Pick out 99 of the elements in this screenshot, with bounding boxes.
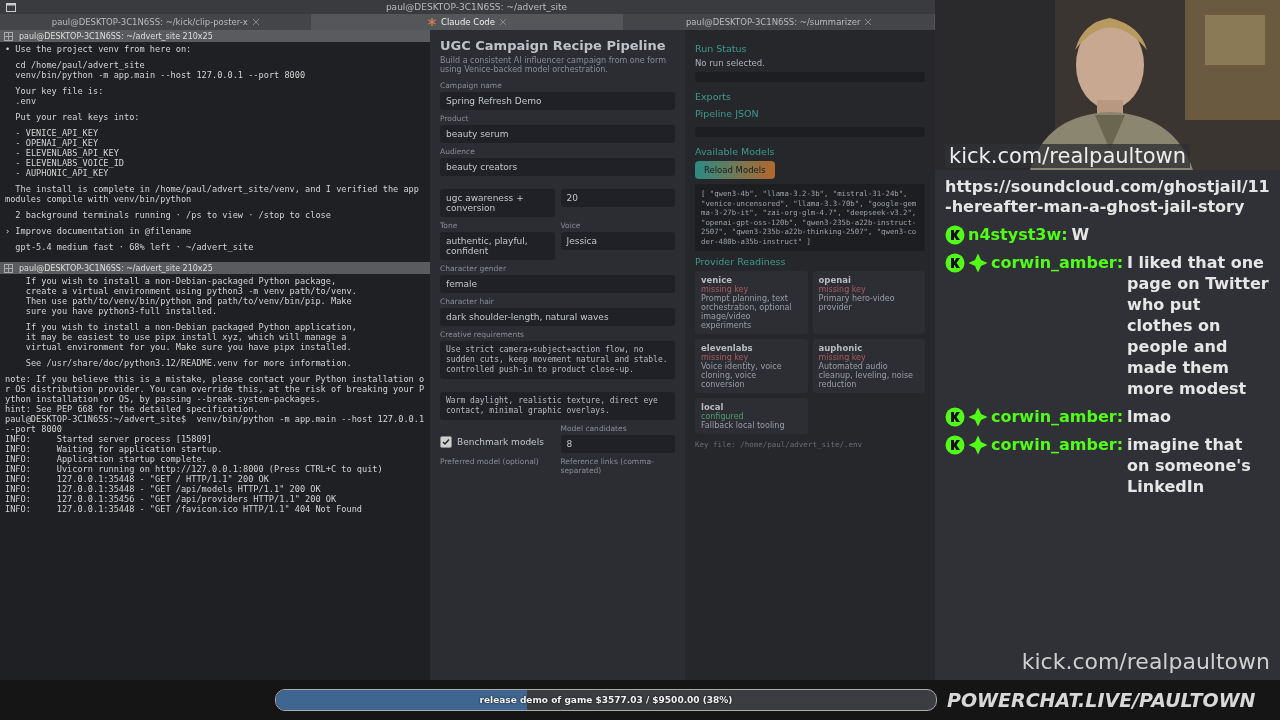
channel-watermark: kick.com/realpaultown [1020,649,1271,676]
terminal-line: INFO: 127.0.0.1:35448 - "GET /favicon.ico HTTP/1.1" 404 Not Found [5,504,363,514]
terminal-tab[interactable]: Claude Code [311,14,624,30]
terminal-line: INFO: Started server process [15809] [5,434,213,444]
pane-title: paul@DESKTOP-3C1N6SS: ~/advert_site 210x25 [19,263,213,273]
input-field[interactable]: female [440,275,675,293]
app-title: UGC Campaign Recipe Pipeline [440,38,667,53]
chat-message: imagine that on someone's LinkedIn [1127,434,1252,497]
status-text: No run selected. [695,58,766,68]
provider-status: missing key [818,285,866,294]
provider-description: Primary hero-video provider [818,294,896,312]
text-area[interactable]: Use strict camera+subject+action flow, no sudden cuts, keep movement natural and stable. controlled push-in to product close-up. [440,341,675,379]
window-icon[interactable] [6,2,16,12]
terminal-line: create a virtual environment using python3 -m venv path/to/venv. [24,286,358,296]
input-field[interactable]: dark shoulder-length, natural waves [440,308,675,326]
provider-status: configured [701,412,744,421]
section-heading: Exports [695,91,733,102]
asterisk-icon [428,18,436,26]
terminal-line: paul@DESKTOP-3C1N6SS:~/advert_site$ venv/bin/python -m app.main --host 127.0.0.1 --port 8000 [5,414,425,434]
input-field[interactable]: 20 [560,189,675,207]
text-area[interactable]: Warm daylight, realistic texture, direct eye contact, minimal graphic overlays. [440,392,675,420]
terminal-line: note: If you believe this is a mistake, please contact your Python installation or OS distribution provider. You can override this, at the risk of breaking your Python installation or OS, by passing --break-system-packages. [5,374,425,404]
provider-description: Automated audio cleanup, leveling, noise reduction [818,362,914,389]
terminal-line: The install is complete in /home/paul/advert_site/venv, and I verified the app modules compile with venv/bin/python [5,184,420,204]
terminal-line: INFO: 127.0.0.1:35456 - "GET /api/providers HTTP/1.1" 200 OK [5,494,338,504]
provider-name: elevenlabs [701,343,754,353]
chat-username[interactable]: corwin_amber: [991,252,1124,273]
chat-username[interactable]: corwin_amber: [991,406,1124,427]
reload-button[interactable]: Reload Models [695,161,775,179]
terminal-line: INFO: 127.0.0.1:35448 - "GET /api/models HTTP/1.1" 200 OK [5,484,322,494]
terminal-line: If you wish to install a non-Debian packaged Python application, [24,322,358,332]
section-heading: Provider Readiness [695,256,787,267]
terminal-line: - ELEVENLABS_API_KEY [14,148,120,158]
provider-name: auphonic [818,343,863,353]
input-field[interactable]: Jessica [560,232,675,250]
terminal-line: it may be easiest to use pipx install xyz, which will manage a [24,332,348,342]
pane-title: paul@DESKTOP-3C1N6SS: ~/advert_site 210x25 [19,31,213,41]
input-field[interactable]: ugc awareness + conversion [440,189,555,217]
terminal-line: Then use path/to/venv/bin/python and path/to/venv/bin/pip. Make [24,296,353,306]
provider-description: Voice identity, voice cloning, voice conversion [701,362,783,389]
terminal-line: venv/bin/python -m app.main --host 127.0.0.1 --port 8000 [14,70,307,80]
window-title: paul@DESKTOP-3C1N6SS: ~/advert_site [385,2,568,12]
terminal-line: Your key file is: [14,86,105,96]
kick-badge-icon [945,224,965,245]
input-field[interactable]: 8 [560,435,675,453]
terminal-line: INFO: Application startup complete. [5,454,208,464]
kick-badge-icon [945,406,965,427]
provider-status: missing key [701,285,749,294]
terminal-line: › Improve documentation in @filename [5,226,193,236]
provider-name: venice [701,275,734,285]
close-icon[interactable] [865,19,872,25]
section-heading: Available Models [695,146,776,157]
provider-name: openai [818,275,852,285]
chat-message: https://soundcloud.com/ghostjail/11-hereafter-man-a-ghost-jail-story [945,177,1270,217]
input-field[interactable]: Spring Refresh Demo [440,92,675,110]
terminal-line: 2 background terminals running · /ps to view · /stop to close [14,210,332,220]
goal-text: release demo of game $3577.03 / $9500.00 (38%) [479,695,733,705]
terminal-line: If you wish to install a non-Debian-packaged Python package, [24,276,338,286]
terminal-line: - OPENAI_API_KEY [14,138,100,148]
provider-name: local [701,402,725,412]
terminal-line: Put your real keys into: [14,112,141,122]
app-description: Build a consistent AI influencer campaign from one form using Venice-backed model orchestration. [440,56,667,74]
export-link[interactable]: Pipeline JSON [695,108,925,119]
chat-message: W [1071,224,1091,245]
split-icon[interactable] [4,31,13,41]
chat-username[interactable]: corwin_amber: [991,434,1124,455]
input-field[interactable]: beauty creators [440,158,675,176]
input-field[interactable]: beauty serum [440,125,675,143]
terminal-line: .env [14,96,38,106]
provider-description: Fallback local tooling [701,421,786,430]
terminal-line: hint: See PEP 668 for the detailed specification. [5,404,260,414]
brand-logo: POWERCHAT.LIVE/PAULTOWN [947,689,1256,711]
terminal-line: sure you have python3-full installed. [24,306,219,316]
input-field[interactable]: authentic, playful, confident [440,232,555,260]
terminal-line: gpt-5.4 medium fast · 68% left · ~/advert_site [14,242,255,252]
terminal-line: INFO: Waiting for application startup. [5,444,224,454]
terminal-line: - VENICE_API_KEY [14,128,100,138]
terminal-line: - AUPHONIC_API_KEY [14,168,110,178]
terminal-line: • Use the project venv from here on: [5,44,193,54]
terminal-line: INFO: 127.0.0.1:35448 - "GET / HTTP/1.1" 200 OK [5,474,270,484]
chat-message: I liked that one page on Twitter who put clothes on people and made them more modest [1127,252,1270,399]
chat-username[interactable]: n4styst3w: [968,224,1068,245]
chat-message: lmao [1127,406,1173,427]
checkbox-label: Benchmark models [457,436,544,447]
provider-description: Prompt planning, text orchestration, optional image/video experiments [701,294,793,330]
provider-status: missing key [701,353,749,362]
checkbox[interactable] [440,435,452,448]
kick-badge-icon [945,434,965,455]
provider-status: missing key [818,353,866,362]
kick-badge-icon [945,252,965,273]
close-icon[interactable] [500,19,506,25]
section-heading: Run Status [695,43,748,54]
terminal-line: See /usr/share/doc/python3.12/README.venv for more information. [24,358,353,368]
terminal-line: virtual environment for you. Make sure you have pipx installed. [24,342,353,352]
terminal-line: - ELEVENLABS_VOICE_ID [14,158,125,168]
close-icon[interactable] [252,19,259,25]
terminal-line: INFO: Uvicorn running on http://127.0.0.1:8000 (Press CTRL+C to quit) [5,464,384,474]
terminal-line: cd /home/paul/advert_site [14,60,146,70]
split-icon[interactable] [4,263,13,273]
